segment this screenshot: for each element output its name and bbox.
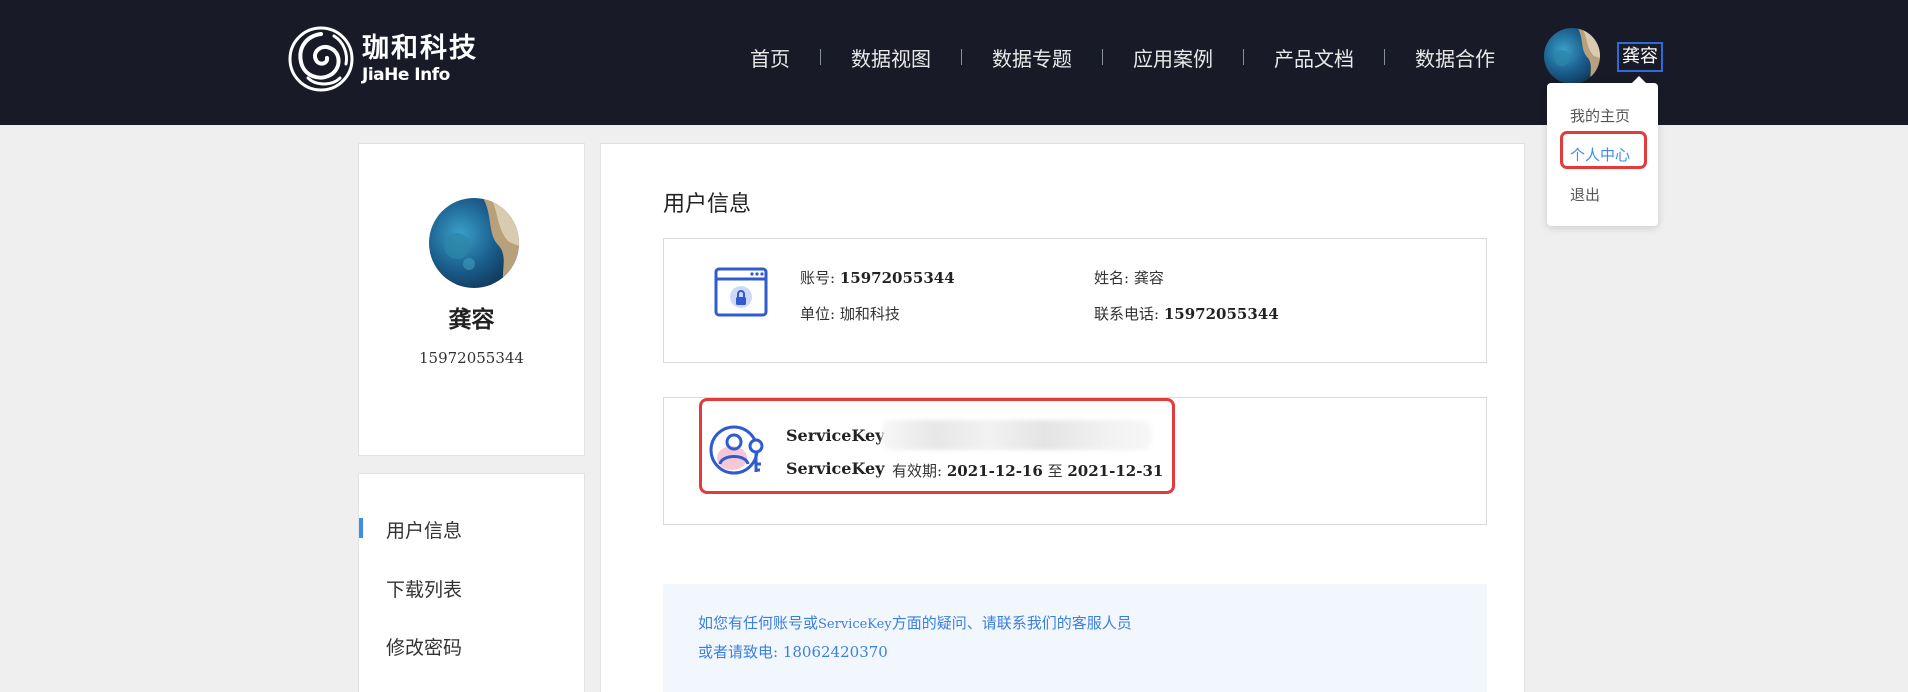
side-menu-item-user-info[interactable]: 用户信息	[386, 516, 462, 543]
service-key-box: ServiceKey ServiceKey 有效期: 2021-12-16 至 …	[663, 397, 1487, 525]
user-info-box: 账号: 15972055344 姓名: 龚容 单位: 珈和科技 联系电话: 15…	[663, 238, 1487, 363]
profile-name: 龚容	[448, 306, 495, 333]
dropdown-item-my-home[interactable]: 我的主页	[1570, 105, 1630, 126]
tel-label: 联系电话:	[1094, 305, 1160, 323]
profile-card: 龚容 15972055344	[358, 143, 585, 456]
name-value: 龚容	[1133, 269, 1164, 287]
org-label: 单位:	[800, 305, 836, 323]
help-notice: 如您有任何账号或ServiceKey方面的疑问、请联系我们的客服人员 或者请致电…	[663, 584, 1487, 692]
brand-name-en: JiaHe Info	[362, 65, 450, 85]
notice-key-text: ServiceKey	[818, 617, 892, 632]
header-user-name[interactable]: 龚容	[1617, 42, 1663, 72]
notice-phone-label: 或者请致电:	[698, 643, 779, 661]
nav-item-docs[interactable]: 产品文档	[1244, 43, 1384, 72]
user-account-icon	[714, 267, 768, 317]
nav-item-cases[interactable]: 应用案例	[1103, 43, 1243, 72]
notice-line-2: 或者请致电: 18062420370	[698, 641, 888, 662]
name-field: 姓名: 龚容	[1094, 267, 1164, 288]
notice-line-1: 如您有任何账号或ServiceKey方面的疑问、请联系我们的客服人员	[698, 612, 1132, 633]
name-label: 姓名:	[1094, 269, 1130, 287]
nav-item-home[interactable]: 首页	[720, 43, 820, 72]
org-value: 珈和科技	[839, 305, 900, 323]
highlight-annotation	[699, 398, 1175, 494]
account-value: 15972055344	[839, 269, 955, 287]
brand-name-cn: 珈和科技	[362, 33, 478, 64]
account-label: 账号:	[800, 269, 836, 287]
org-field: 单位: 珈和科技	[800, 303, 900, 324]
main-content: 用户信息 账号: 15972055344 姓名: 龚容 单位: 珈和科技 联系电…	[600, 143, 1525, 692]
main-nav: 首页 数据视图 数据专题 应用案例 产品文档 数据合作	[720, 40, 1525, 74]
profile-phone: 15972055344	[419, 349, 524, 367]
brand-logo[interactable]: 珈和科技 JiaHe Info	[288, 25, 478, 93]
profile-avatar	[429, 198, 519, 288]
header-avatar[interactable]	[1544, 28, 1600, 84]
nav-item-cooperation[interactable]: 数据合作	[1385, 43, 1525, 72]
user-dropdown-menu: 我的主页 个人中心 退出	[1547, 76, 1658, 226]
account-field: 账号: 15972055344	[800, 267, 955, 288]
side-menu: 用户信息 下载列表 修改密码	[358, 473, 585, 692]
nav-item-data-topics[interactable]: 数据专题	[962, 43, 1102, 72]
notice-text: 方面的疑问、请联系我们的客服人员	[891, 614, 1132, 632]
nav-item-data-view[interactable]: 数据视图	[821, 43, 961, 72]
tel-field: 联系电话: 15972055344	[1094, 303, 1279, 324]
side-menu-item-downloads[interactable]: 下载列表	[386, 575, 462, 602]
tel-value: 15972055344	[1163, 305, 1279, 323]
swirl-logo-icon	[288, 26, 354, 92]
dropdown-item-logout[interactable]: 退出	[1570, 184, 1600, 205]
side-menu-item-change-password[interactable]: 修改密码	[386, 633, 462, 660]
page-title: 用户信息	[663, 192, 752, 217]
avatar-image-icon	[429, 198, 519, 288]
notice-text: 如您有任何账号或	[698, 614, 819, 632]
avatar-image-icon	[1544, 28, 1600, 84]
highlight-annotation	[1560, 131, 1647, 169]
notice-phone[interactable]: 18062420370	[783, 643, 888, 661]
active-indicator	[359, 518, 363, 538]
